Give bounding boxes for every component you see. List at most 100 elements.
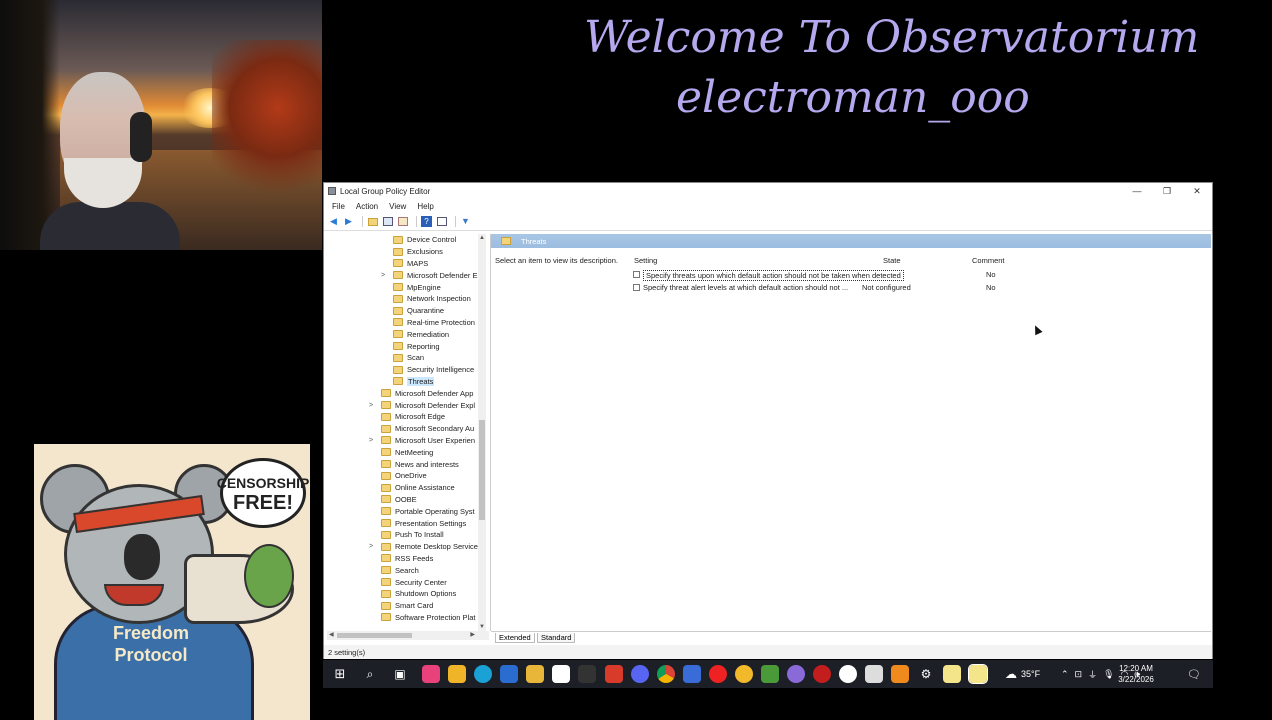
expand-chevron-icon[interactable]: >: [369, 402, 373, 409]
tree-item[interactable]: Shutdown Options: [381, 588, 456, 600]
scroll-thumb[interactable]: [479, 420, 485, 520]
tree-item[interactable]: Microsoft Secondary Au: [381, 423, 474, 435]
start-windows-icon[interactable]: ⊞: [331, 665, 349, 683]
tree-item[interactable]: Quarantine: [393, 305, 444, 317]
tray-app-icon[interactable]: ⊡: [1075, 669, 1083, 680]
tree-item[interactable]: Security Center: [381, 576, 447, 588]
column-state[interactable]: State: [883, 256, 901, 265]
app-icon-10[interactable]: [839, 665, 857, 683]
back-arrow-icon[interactable]: ◀: [328, 216, 339, 227]
tree-item[interactable]: MAPS: [393, 258, 428, 270]
app-icon-2[interactable]: [448, 665, 466, 683]
app-icon-3[interactable]: [500, 665, 518, 683]
tree-vertical-scrollbar[interactable]: ▲ ▼: [478, 234, 486, 631]
up-folder-icon[interactable]: [367, 216, 378, 227]
help-icon[interactable]: ?: [421, 216, 432, 227]
filter-icon[interactable]: ▼: [460, 216, 471, 227]
notepad-icon[interactable]: [943, 665, 961, 683]
restore-button[interactable]: ❐: [1152, 183, 1182, 199]
tree-item[interactable]: > Microsoft Defender Expl: [369, 399, 475, 411]
tree-item[interactable]: Threats: [393, 376, 435, 388]
app-icon-6[interactable]: [683, 665, 701, 683]
column-comment[interactable]: Comment: [972, 256, 1005, 265]
scroll-left-icon[interactable]: ◀: [329, 631, 334, 638]
tree-item[interactable]: Search: [381, 564, 419, 576]
settings-gear-icon[interactable]: ⚙: [917, 665, 935, 683]
tree-item[interactable]: Presentation Settings: [381, 517, 466, 529]
opera-gx-icon[interactable]: [813, 665, 831, 683]
title-bar[interactable]: Local Group Policy Editor — ❐ ✕: [324, 183, 1212, 199]
tree-item[interactable]: Microsoft Edge: [381, 411, 445, 423]
menu-help[interactable]: Help: [417, 202, 433, 211]
tree-item[interactable]: Remediation: [393, 328, 449, 340]
scroll-up-icon[interactable]: ▲: [479, 235, 485, 241]
tree-item[interactable]: > Microsoft Defender E: [381, 269, 477, 281]
search-icon[interactable]: ⌕: [361, 665, 379, 683]
notifications-icon[interactable]: 🗨︎: [1185, 665, 1203, 683]
export-list-icon[interactable]: [397, 216, 408, 227]
tree-item[interactable]: News and interests: [381, 458, 459, 470]
setting-row[interactable]: Specify threats upon which default actio…: [631, 269, 1211, 281]
vlc-icon[interactable]: [891, 665, 909, 683]
app-icon-1[interactable]: [422, 665, 440, 683]
notepad-active-icon[interactable]: [968, 664, 988, 684]
tree-item[interactable]: > Remote Desktop Service: [369, 541, 478, 553]
opera-icon[interactable]: [709, 665, 727, 683]
menu-file[interactable]: File: [332, 202, 345, 211]
properties-icon[interactable]: [436, 216, 447, 227]
status-text: 2 setting(s): [328, 647, 366, 657]
expand-chevron-icon[interactable]: >: [369, 437, 373, 444]
tree-item[interactable]: Online Assistance: [381, 482, 455, 494]
tree-item[interactable]: Exclusions: [393, 246, 443, 258]
tree-item[interactable]: OneDrive: [381, 470, 427, 482]
tree-item[interactable]: MpEngine: [393, 281, 441, 293]
menu-action[interactable]: Action: [356, 202, 378, 211]
expand-chevron-icon[interactable]: >: [381, 272, 385, 279]
app-icon-11[interactable]: [865, 665, 883, 683]
tree-item[interactable]: Microsoft Defender App: [381, 387, 473, 399]
chrome-icon[interactable]: [657, 665, 675, 683]
tree-item[interactable]: Push To Install: [381, 529, 444, 541]
menu-view[interactable]: View: [389, 202, 406, 211]
forward-arrow-icon[interactable]: ▶: [343, 216, 354, 227]
app-icon-8[interactable]: [761, 665, 779, 683]
store-icon[interactable]: [552, 665, 570, 683]
scroll-right-icon[interactable]: ▶: [470, 631, 475, 638]
tree-item[interactable]: Security Intelligence: [393, 364, 474, 376]
weather-widget[interactable]: ☁ 35°F: [1005, 660, 1040, 688]
app-icon-4[interactable]: [578, 665, 596, 683]
app-icon-5[interactable]: [605, 665, 623, 683]
tree-horizontal-scrollbar[interactable]: ◀ ▶: [327, 631, 489, 640]
tree-item[interactable]: Device Control: [393, 234, 456, 246]
setting-row[interactable]: Specify threat alert levels at which def…: [631, 282, 1211, 294]
app-icon-9[interactable]: [787, 665, 805, 683]
tab-extended[interactable]: Extended: [495, 633, 535, 643]
tree-item[interactable]: NetMeeting: [381, 446, 433, 458]
hscroll-thumb[interactable]: [337, 633, 412, 638]
clock[interactable]: 12:20 AM 3/22/2026: [1112, 663, 1160, 685]
tree-item[interactable]: RSS Feeds: [381, 553, 433, 565]
tree-item[interactable]: > Microsoft User Experien: [369, 435, 475, 447]
tray-usb-icon[interactable]: ⏚: [1088, 668, 1097, 681]
column-setting[interactable]: Setting: [634, 256, 657, 265]
tree-item[interactable]: Network Inspection: [393, 293, 471, 305]
tree-item[interactable]: Scan: [393, 352, 424, 364]
tree-item[interactable]: Real-time Protection: [393, 317, 475, 329]
minimize-button[interactable]: —: [1122, 183, 1152, 199]
edge-icon[interactable]: [474, 665, 492, 683]
tree-item[interactable]: Smart Card: [381, 600, 433, 612]
task-view-icon[interactable]: ▣: [391, 665, 409, 683]
close-button[interactable]: ✕: [1182, 183, 1212, 199]
tree-item[interactable]: OOBE: [381, 494, 417, 506]
file-explorer-icon[interactable]: [526, 665, 544, 683]
scroll-down-icon[interactable]: ▼: [479, 624, 485, 630]
app-icon-7[interactable]: [735, 665, 753, 683]
tree-item[interactable]: Portable Operating Syst: [381, 505, 475, 517]
discord-icon[interactable]: [631, 665, 649, 683]
tray-overflow-icon[interactable]: ⌃: [1061, 669, 1069, 680]
tree-item[interactable]: Reporting: [393, 340, 440, 352]
tree-item[interactable]: Software Protection Plat: [381, 612, 475, 624]
expand-chevron-icon[interactable]: >: [369, 543, 373, 550]
tab-standard[interactable]: Standard: [537, 633, 576, 643]
show-hide-tree-icon[interactable]: [382, 216, 393, 227]
